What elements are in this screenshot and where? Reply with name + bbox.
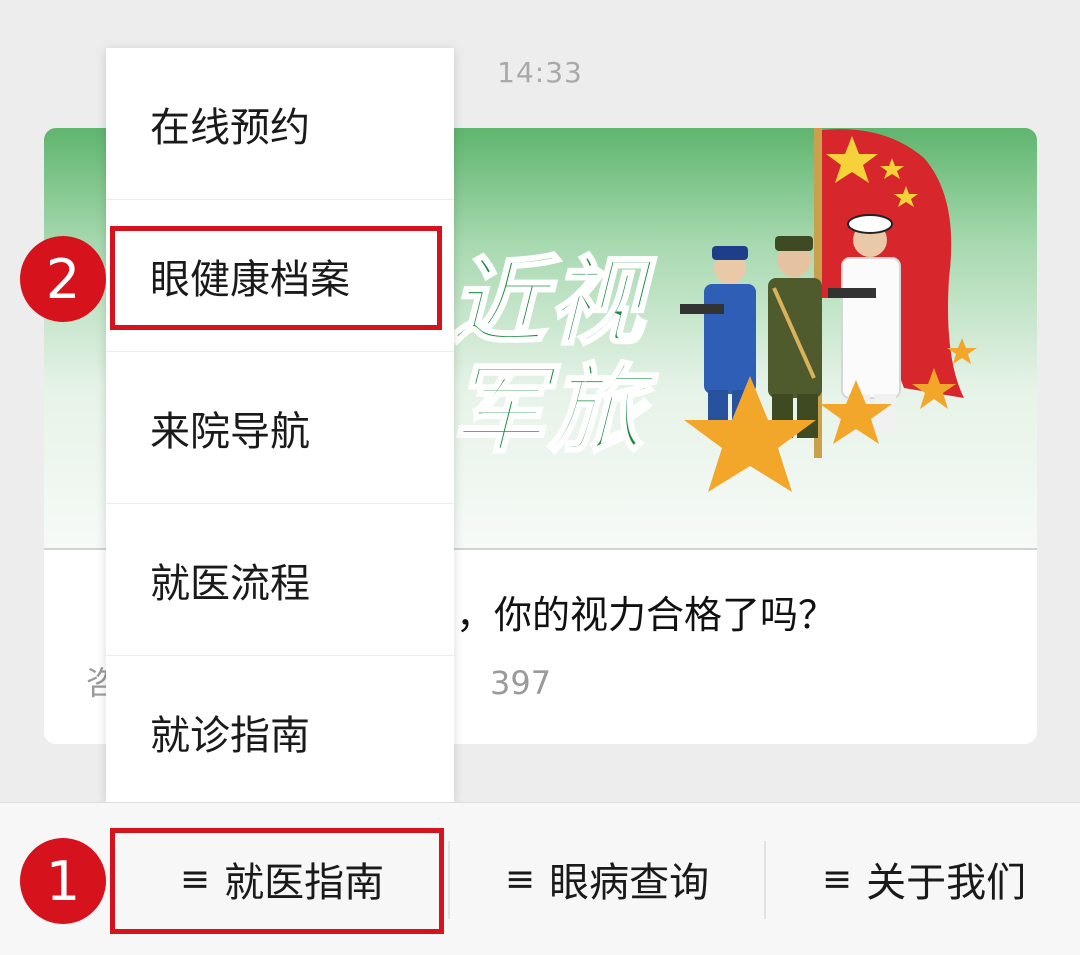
bottom-menu-bar: ≡ 就医指南 ≡ 眼病查询 ≡ 关于我们 — [0, 802, 1080, 955]
tab-divider — [448, 841, 450, 919]
tab-label: 关于我们 — [866, 860, 1027, 906]
tab-medical-guide[interactable]: ≡ 就医指南 — [128, 803, 436, 955]
tab-eye-disease-lookup[interactable]: ≡ 眼病查询 — [452, 803, 762, 955]
menu-item-visit-guide[interactable]: 就诊指南 — [106, 656, 454, 808]
tab-label: 就医指南 — [224, 860, 385, 906]
menu-lines-icon: ≡ — [504, 858, 536, 900]
menu-lines-icon: ≡ — [179, 858, 211, 900]
step-badge-2: 2 — [20, 236, 106, 322]
menu-item-visit-process[interactable]: 就医流程 — [106, 504, 454, 656]
submenu-popup: 在线预约 眼健康档案 来院导航 就医流程 就诊指南 — [106, 48, 454, 802]
menu-item-eye-health-record[interactable]: 眼健康档案 — [106, 200, 454, 352]
step-badge-1: 1 — [20, 838, 106, 924]
tab-label: 眼病查询 — [549, 860, 710, 906]
menu-item-online-appointment[interactable]: 在线预约 — [106, 48, 454, 200]
menu-lines-icon: ≡ — [821, 858, 853, 900]
menu-item-hospital-navigation[interactable]: 来院导航 — [106, 352, 454, 504]
tab-about-us[interactable]: ≡ 关于我们 — [768, 803, 1080, 955]
tab-divider — [764, 841, 766, 919]
